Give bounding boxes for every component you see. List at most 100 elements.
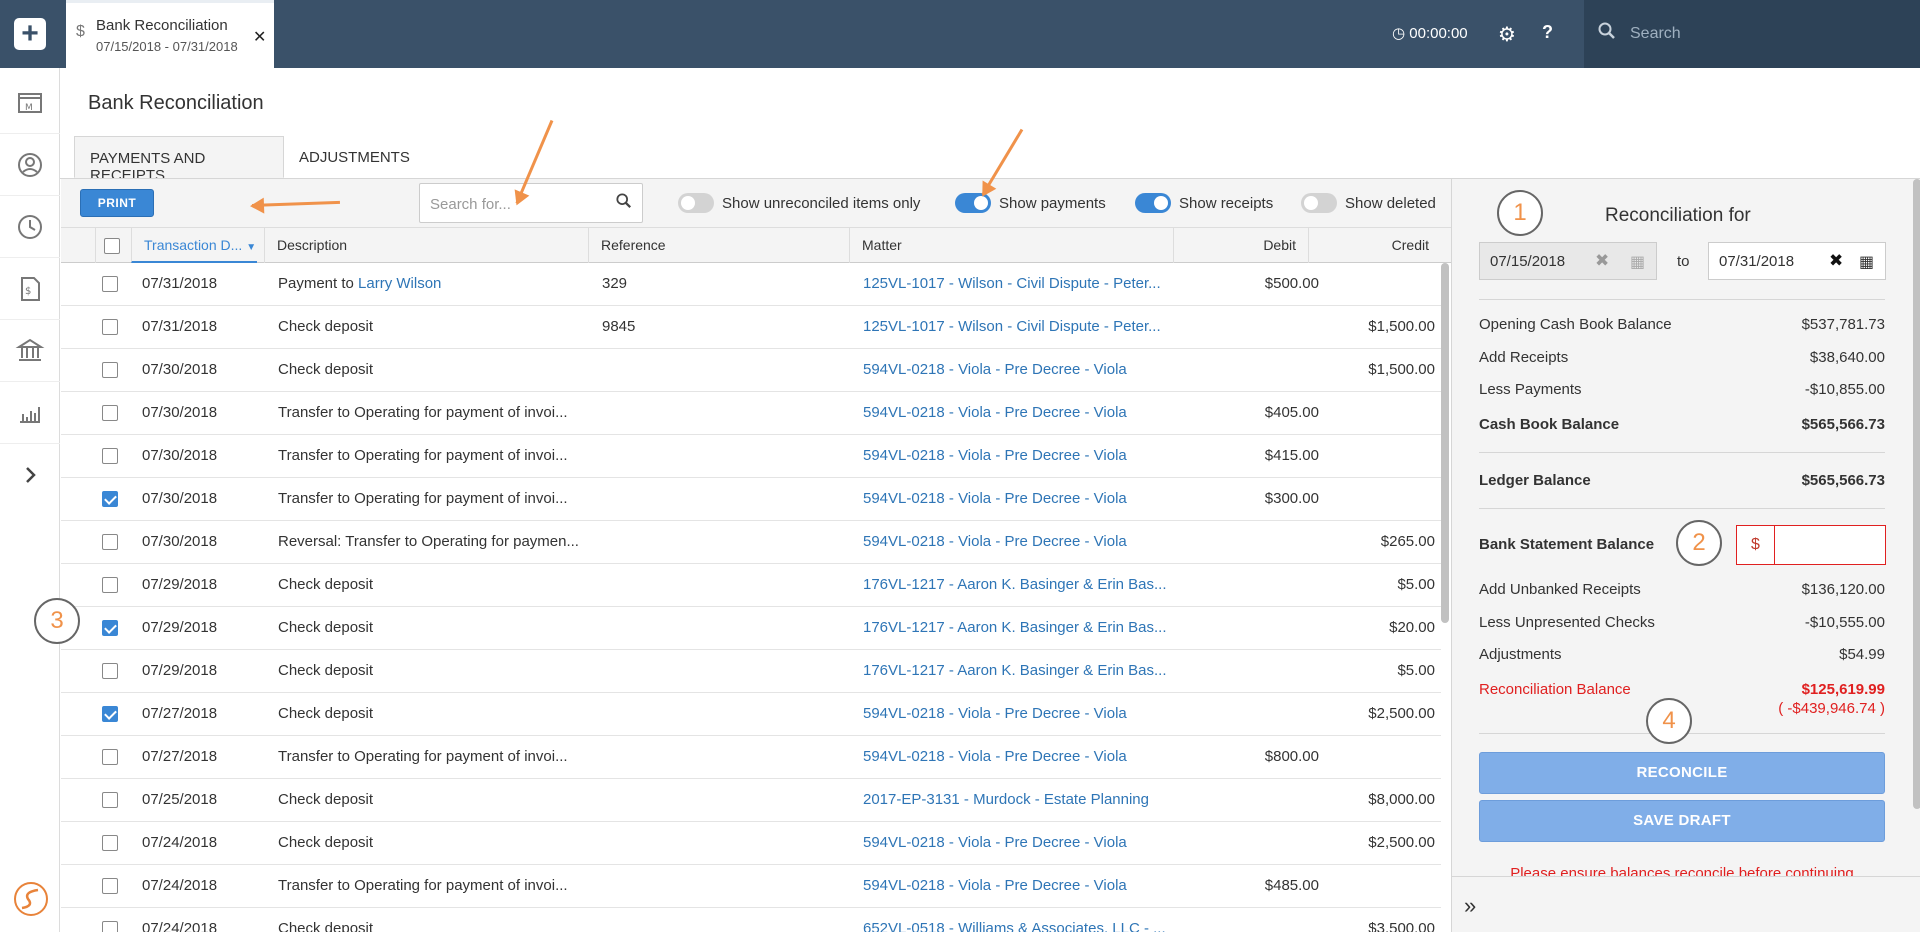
column-description[interactable]: Description — [264, 228, 590, 263]
matter-link[interactable]: 125VL-1017 - Wilson - Civil Dispute - Pe… — [863, 306, 1183, 348]
row-checkbox[interactable] — [102, 276, 118, 292]
tab-payments-and-receipts[interactable]: PAYMENTS AND RECEIPTS — [74, 136, 284, 184]
matter-link[interactable]: 652VL-0518 - Williams & Associates, LLC … — [863, 908, 1183, 932]
table-row[interactable]: 07/30/2018 Check deposit 594VL-0218 - Viol… — [61, 349, 1441, 392]
matter-link[interactable]: 125VL-1017 - Wilson - Civil Dispute - Pe… — [863, 263, 1183, 305]
add-receipts-row: Add Receipts $38,640.00 — [1479, 349, 1885, 369]
matter-link[interactable]: 594VL-0218 - Viola - Pre Decree - Viola — [863, 736, 1183, 778]
reconcile-button[interactable]: RECONCILE — [1479, 752, 1885, 794]
row-checkbox[interactable] — [102, 620, 118, 636]
column-transaction-date[interactable]: Transaction D... ▼ — [131, 228, 257, 263]
toggle-switch[interactable] — [1301, 193, 1337, 213]
debit-amount — [1201, 564, 1319, 606]
clear-icon[interactable]: ✖ — [1595, 251, 1609, 271]
toggle-switch[interactable] — [1135, 193, 1171, 213]
timer[interactable]: ◷ 00:00:00 — [1392, 24, 1468, 42]
matter-link[interactable]: 594VL-0218 - Viola - Pre Decree - Viola — [863, 521, 1183, 563]
matter-link[interactable]: 176VL-1217 - Aaron K. Basinger & Erin Ba… — [863, 564, 1183, 606]
search-icon[interactable] — [616, 193, 632, 214]
description: Transfer to Operating for payment of inv… — [278, 478, 596, 520]
credit-amount: $8,000.00 — [1368, 791, 1435, 808]
table-row[interactable]: 07/25/2018 Check deposit 2017-EP-3131 - Mu… — [61, 779, 1441, 822]
table-scrollbar[interactable] — [1441, 263, 1449, 623]
credit-amount — [1333, 736, 1435, 778]
table-row[interactable]: 07/24/2018 Check deposit 594VL-0218 - Viol… — [61, 822, 1441, 865]
contact-link[interactable]: Larry Wilson — [358, 275, 441, 292]
search-input[interactable] — [1630, 21, 1900, 47]
table-row[interactable]: 07/30/2018 Transfer to Operating for paym… — [61, 392, 1441, 435]
print-button[interactable]: PRINT — [80, 189, 154, 217]
panel-scrollbar[interactable] — [1913, 179, 1920, 809]
clear-icon[interactable]: ✖ — [1829, 251, 1843, 271]
matter-link[interactable]: 176VL-1217 - Aaron K. Basinger & Erin Ba… — [863, 650, 1183, 692]
matters-icon[interactable]: M — [0, 72, 60, 134]
table-row[interactable]: 07/24/2018 Transfer to Operating for paym… — [61, 865, 1441, 908]
row-checkbox[interactable] — [102, 577, 118, 593]
row-checkbox[interactable] — [102, 663, 118, 679]
tab-adjustments[interactable]: ADJUSTMENTS — [284, 136, 414, 178]
row-checkbox[interactable] — [102, 534, 118, 550]
new-item-button[interactable]: + — [0, 0, 60, 68]
table-row[interactable]: 07/30/2018 Transfer to Operating for paym… — [61, 478, 1441, 521]
table-row[interactable]: 07/30/2018 Transfer to Operating for paym… — [61, 435, 1441, 478]
row-checkbox[interactable] — [102, 319, 118, 335]
table-row[interactable]: 07/27/2018 Transfer to Operating for paym… — [61, 736, 1441, 779]
row-checkbox[interactable] — [102, 878, 118, 894]
to-date-field[interactable]: 07/31/2018 ✖ ▦ — [1708, 242, 1886, 280]
table-row[interactable]: 07/30/2018 Reversal: Transfer to Operatin… — [61, 521, 1441, 564]
table-row[interactable]: 07/27/2018 Check deposit 594VL-0218 - Viol… — [61, 693, 1441, 736]
table-row[interactable]: 07/29/2018 Check deposit 176VL-1217 - Aaro… — [61, 564, 1441, 607]
row-checkbox[interactable] — [102, 706, 118, 722]
select-all-checkbox[interactable] — [95, 228, 131, 263]
matter-link[interactable]: 594VL-0218 - Viola - Pre Decree - Viola — [863, 478, 1183, 520]
table-row[interactable]: 07/24/2018 Check deposit 652VL-0518 - Will… — [61, 908, 1441, 932]
expand-nav-chevron-icon[interactable] — [0, 444, 60, 506]
matter-link[interactable]: 594VL-0218 - Viola - Pre Decree - Viola — [863, 349, 1183, 391]
matter-link[interactable]: 594VL-0218 - Viola - Pre Decree - Viola — [863, 435, 1183, 477]
billing-icon[interactable]: $ — [0, 258, 60, 320]
column-credit[interactable]: Credit — [1308, 228, 1441, 263]
column-reference[interactable]: Reference — [588, 228, 850, 263]
table-row[interactable]: 07/29/2018 Check deposit 176VL-1217 - Aaro… — [61, 607, 1441, 650]
toggle-switch[interactable] — [678, 193, 714, 213]
column-matter[interactable]: Matter — [849, 228, 1173, 263]
tab-bank-reconciliation[interactable]: $ Bank Reconciliation 07/15/2018 - 07/31… — [66, 0, 274, 68]
row-checkbox[interactable] — [102, 405, 118, 421]
toggle-unreconciled-only[interactable]: Show unreconciled items only — [678, 193, 920, 213]
row-checkbox[interactable] — [102, 448, 118, 464]
matter-link[interactable]: 2017-EP-3131 - Murdock - Estate Planning — [863, 779, 1183, 821]
row-checkbox[interactable] — [102, 835, 118, 851]
from-date-field[interactable]: 07/15/2018 ✖ ▦ — [1479, 242, 1657, 280]
description-text: Check deposit — [278, 834, 374, 851]
matter-link[interactable]: 594VL-0218 - Viola - Pre Decree - Viola — [863, 822, 1183, 864]
table-row[interactable]: 07/31/2018 Payment to Larry Wilson 329 125V… — [61, 263, 1441, 306]
matter-link[interactable]: 176VL-1217 - Aaron K. Basinger & Erin Ba… — [863, 607, 1183, 649]
toggle-show-receipts[interactable]: Show receipts — [1135, 193, 1273, 213]
reports-icon[interactable] — [0, 382, 60, 444]
toggle-show-payments[interactable]: Show payments — [955, 193, 1106, 213]
table-row[interactable]: 07/29/2018 Check deposit 176VL-1217 - Aaro… — [61, 650, 1441, 693]
close-icon[interactable]: ✕ — [253, 27, 266, 47]
column-debit[interactable]: Debit — [1173, 228, 1308, 263]
row-checkbox[interactable] — [102, 792, 118, 808]
time-clock-icon[interactable] — [0, 196, 60, 258]
matter-link[interactable]: 594VL-0218 - Viola - Pre Decree - Viola — [863, 693, 1183, 735]
bank-statement-input[interactable] — [1779, 535, 1879, 555]
matter-link[interactable]: 594VL-0218 - Viola - Pre Decree - Viola — [863, 392, 1183, 434]
row-checkbox[interactable] — [102, 362, 118, 378]
calendar-icon[interactable]: ▦ — [1630, 252, 1645, 272]
toggle-show-deleted[interactable]: Show deleted — [1301, 193, 1436, 213]
table-row[interactable]: 07/31/2018 Check deposit 9845 125VL-1017 - … — [61, 306, 1441, 349]
save-draft-button[interactable]: SAVE DRAFT — [1479, 800, 1885, 842]
row-checkbox[interactable] — [102, 749, 118, 765]
row-checkbox[interactable] — [102, 491, 118, 507]
matter-link[interactable]: 594VL-0218 - Viola - Pre Decree - Viola — [863, 865, 1183, 907]
row-checkbox[interactable] — [102, 921, 118, 932]
description: Transfer to Operating for payment of inv… — [278, 736, 596, 778]
calendar-icon[interactable]: ▦ — [1859, 252, 1874, 272]
collapse-panel-chevron-icon[interactable]: » — [1464, 893, 1476, 919]
contacts-icon[interactable] — [0, 134, 60, 196]
bank-icon[interactable] — [0, 320, 60, 382]
gear-icon[interactable]: ⚙ — [1498, 22, 1516, 47]
help-icon[interactable]: ? — [1542, 22, 1553, 43]
